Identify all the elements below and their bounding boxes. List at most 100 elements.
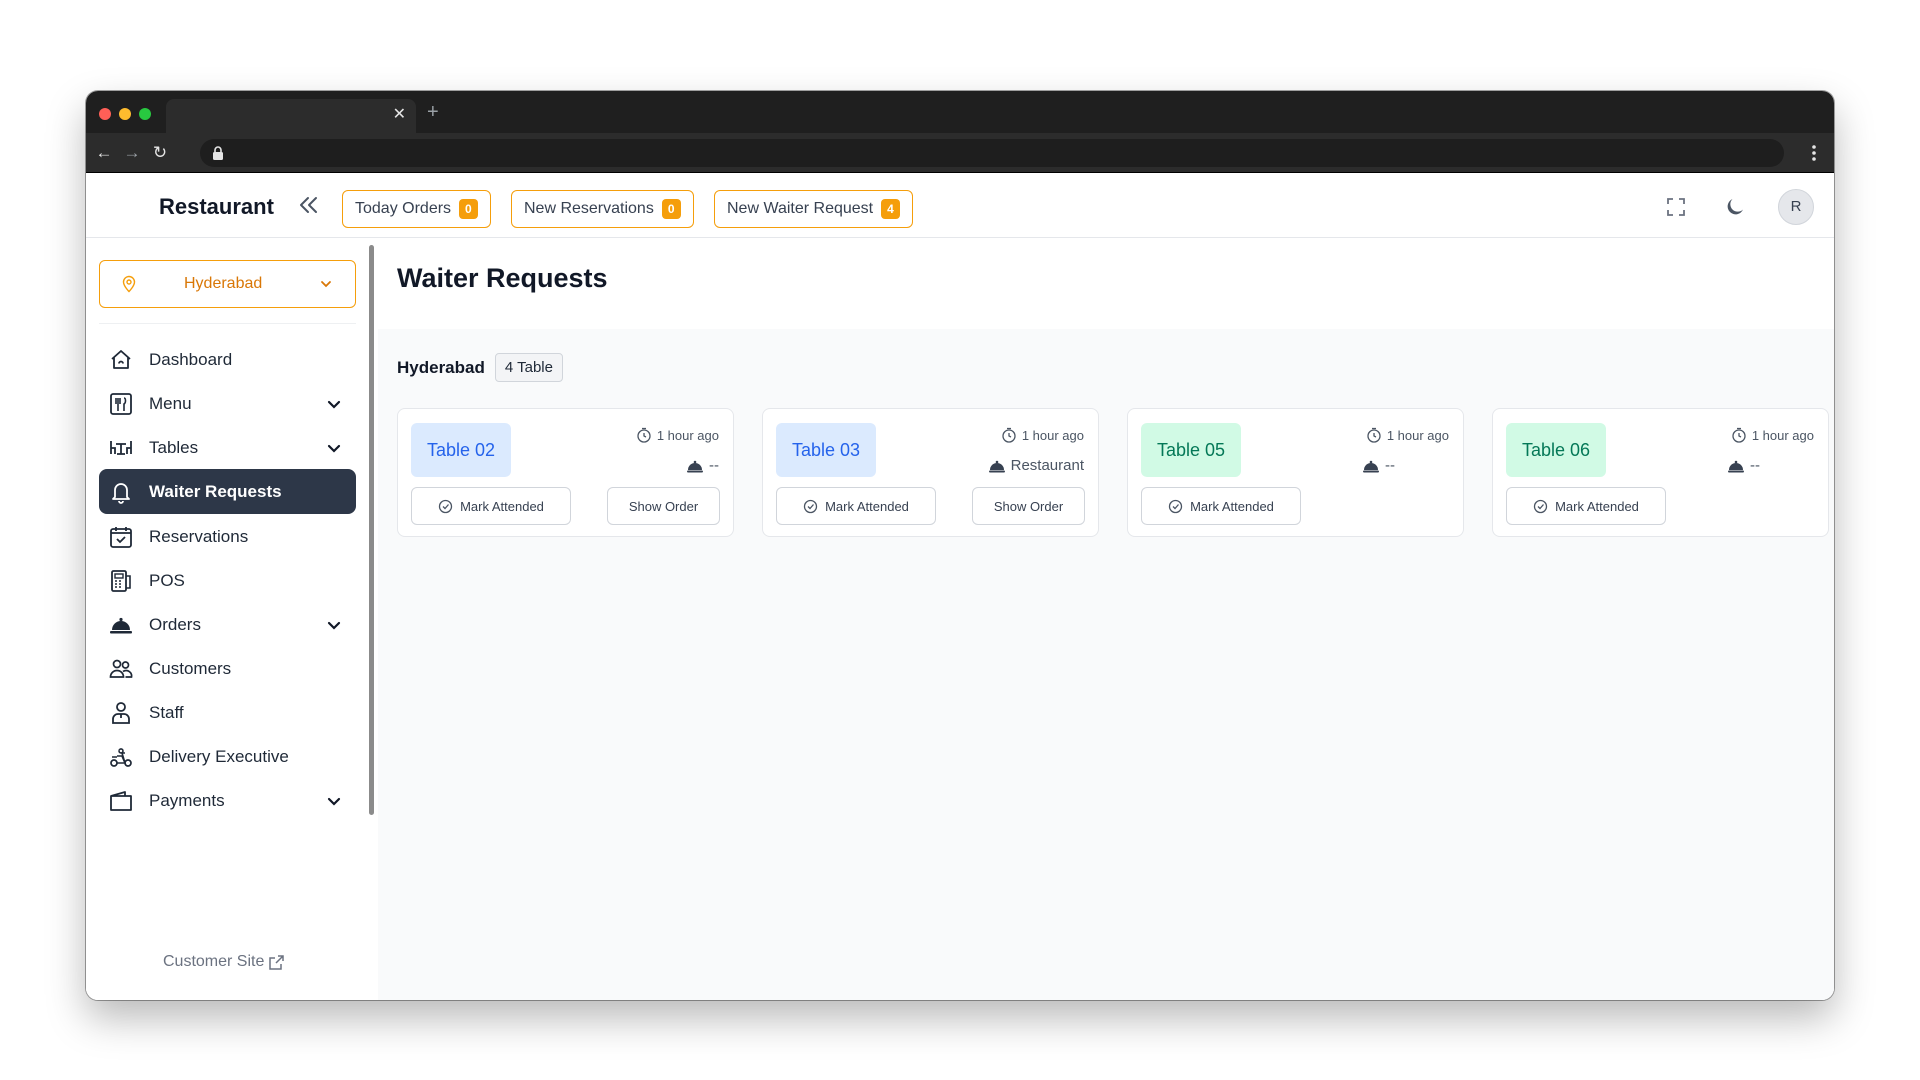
brand-name: Restaurant — [159, 194, 274, 219]
chevron-down-icon — [327, 400, 341, 409]
sidebar-item-label: Menu — [149, 394, 192, 413]
minimize-window-button[interactable] — [119, 108, 131, 120]
sidebar-item-delivery-executive[interactable]: Delivery Executive — [99, 734, 356, 779]
order-source-text: -- — [1385, 457, 1395, 474]
new-waiter-request-button[interactable]: New Waiter Request 4 — [714, 190, 913, 228]
request-time: 1 hour ago — [1731, 427, 1814, 443]
sidebar-item-label: Waiter Requests — [149, 482, 282, 501]
location-name: Hyderabad — [184, 275, 263, 292]
address-bar[interactable] — [200, 139, 1784, 167]
browser-tab-bar: ✕ + — [86, 91, 1834, 133]
table-badge: Table 05 — [1141, 423, 1241, 477]
order-source-text: -- — [709, 457, 719, 474]
close-window-button[interactable] — [99, 108, 111, 120]
menu-icon — [110, 393, 132, 415]
main-content: Waiter Requests Hyderabad 4 Table Table … — [378, 239, 1834, 1000]
table-badge: Table 03 — [776, 423, 876, 477]
staff-icon — [112, 702, 130, 724]
sidebar-scrollbar[interactable] — [369, 245, 374, 815]
maximize-window-button[interactable] — [139, 108, 151, 120]
cloche-icon — [1363, 460, 1379, 472]
user-avatar[interactable]: R — [1778, 189, 1814, 225]
mark-attended-label: Mark Attended — [825, 498, 909, 514]
chevron-down-icon — [327, 621, 341, 630]
show-order-button[interactable]: Show Order — [972, 487, 1085, 525]
mark-attended-button[interactable]: Mark Attended — [776, 487, 936, 525]
sidebar-item-label: Delivery Executive — [149, 747, 289, 766]
browser-menu-icon[interactable] — [1812, 143, 1816, 163]
app: Restaurant Today Orders 0 New Reservatio… — [86, 173, 1834, 1000]
today-orders-button[interactable]: Today Orders 0 — [342, 190, 491, 228]
show-order-button[interactable]: Show Order — [607, 487, 720, 525]
show-order-label: Show Order — [628, 498, 699, 514]
mark-attended-label: Mark Attended — [460, 498, 544, 514]
order-source: -- — [1727, 457, 1760, 474]
sidebar-item-pos[interactable]: POS — [99, 558, 356, 603]
today-orders-label: Today Orders — [355, 200, 452, 217]
tables-icon — [110, 441, 132, 455]
collapse-sidebar-icon[interactable] — [296, 193, 320, 217]
new-reservations-button[interactable]: New Reservations 0 — [511, 190, 694, 228]
sidebar-item-payments[interactable]: Payments — [99, 778, 356, 823]
calendar-icon — [110, 527, 132, 548]
request-time: 1 hour ago — [1366, 427, 1449, 443]
clock-icon — [637, 427, 651, 443]
check-circle-icon — [438, 499, 453, 513]
mark-attended-button[interactable]: Mark Attended — [411, 487, 571, 525]
tab-close-icon[interactable]: ✕ — [393, 105, 406, 125]
new-reservations-count: 0 — [661, 199, 681, 219]
sidebar-item-label: Dashboard — [149, 350, 233, 369]
clock-icon — [1002, 427, 1016, 443]
sidebar-item-orders[interactable]: Orders — [99, 602, 356, 647]
new-tab-icon[interactable]: + — [427, 101, 439, 123]
browser-tab[interactable]: ✕ — [166, 99, 416, 133]
fullscreen-icon[interactable] — [1664, 195, 1688, 219]
sidebar-item-reservations[interactable]: Reservations — [99, 514, 356, 559]
sidebar: Hyderabad Dashboard Menu Tables Waiter R… — [86, 239, 378, 1000]
today-orders-count: 0 — [459, 199, 478, 219]
check-circle-icon — [803, 499, 818, 513]
sidebar-item-customers[interactable]: Customers — [99, 646, 356, 691]
waiter-request-card: Table 05 1 hour ago -- Mark Attended — [1127, 408, 1464, 537]
sidebar-item-waiter-requests[interactable]: Waiter Requests — [99, 469, 356, 514]
location-pin-icon — [122, 275, 136, 293]
mark-attended-button[interactable]: Mark Attended — [1141, 487, 1301, 525]
back-icon[interactable]: ← — [93, 142, 115, 164]
show-order-label: Show Order — [993, 498, 1064, 514]
wallet-icon — [110, 791, 132, 811]
table-badge: Table 02 — [411, 423, 511, 477]
customer-site-link[interactable]: Customer Site — [163, 953, 285, 971]
browser-window: ✕ + ← → ↻ Restaurant Today Orders 0 New … — [86, 91, 1834, 1000]
new-waiter-request-count: 4 — [881, 199, 900, 219]
sidebar-item-label: Orders — [149, 615, 201, 634]
pos-icon — [111, 570, 131, 592]
reload-icon[interactable]: ↻ — [149, 142, 171, 164]
new-waiter-request-label: New Waiter Request — [727, 200, 874, 217]
location-selector[interactable]: Hyderabad — [99, 260, 356, 308]
order-source-text: -- — [1750, 457, 1760, 474]
sidebar-divider — [99, 323, 356, 324]
sidebar-item-tables[interactable]: Tables — [99, 425, 356, 470]
sidebar-item-label: Staff — [149, 703, 184, 722]
sidebar-item-menu[interactable]: Menu — [99, 381, 356, 426]
request-time: 1 hour ago — [636, 427, 719, 443]
chevron-down-icon — [327, 444, 341, 453]
page-header: Waiter Requests — [378, 239, 1834, 329]
order-source: Restaurant — [988, 457, 1084, 474]
sidebar-item-label: Payments — [149, 791, 225, 810]
order-source: -- — [1362, 457, 1395, 474]
sidebar-item-dashboard[interactable]: Dashboard — [99, 337, 356, 382]
clock-icon — [1367, 427, 1381, 443]
area-name: Hyderabad — [397, 357, 485, 377]
forward-icon[interactable]: → — [121, 142, 143, 164]
dark-mode-icon[interactable] — [1723, 195, 1747, 219]
request-time-text: 1 hour ago — [656, 427, 719, 443]
waiter-request-card: Table 06 1 hour ago -- Mark Attended — [1492, 408, 1829, 537]
sidebar-item-staff[interactable]: Staff — [99, 690, 356, 735]
chevron-down-icon — [327, 797, 341, 806]
cloche-icon — [110, 617, 132, 634]
mark-attended-button[interactable]: Mark Attended — [1506, 487, 1666, 525]
chevron-down-icon — [321, 281, 331, 288]
mark-attended-label: Mark Attended — [1555, 498, 1639, 514]
request-time-text: 1 hour ago — [1021, 427, 1084, 443]
